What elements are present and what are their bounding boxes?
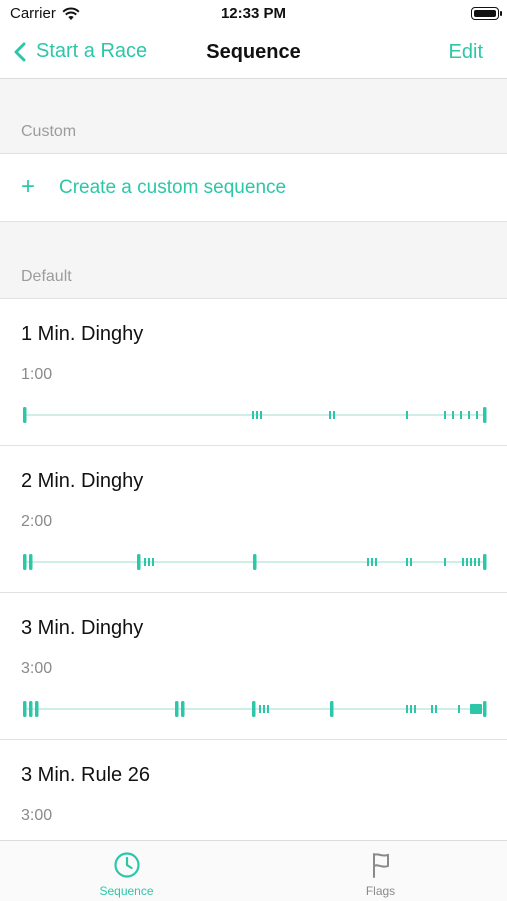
sequence-name: 3 Min. Dinghy [21,617,144,639]
edit-button[interactable]: Edit [449,41,483,64]
sequence-name: 1 Min. Dinghy [21,323,144,345]
tab-bar: Sequence Flags [0,840,507,901]
sequence-row-2min-dinghy[interactable]: 2 Min. Dinghy 2:00 [0,446,507,593]
tab-flags[interactable]: Flags [254,841,507,901]
create-custom-sequence-row[interactable]: + Create a custom sequence [0,154,507,222]
sequence-duration: 3:00 [21,807,53,824]
sequence-duration: 3:00 [21,660,53,677]
sequence-list[interactable]: Custom + Create a custom sequence Defaul… [0,79,507,840]
sequence-timeline [23,701,487,717]
sequence-duration: 1:00 [21,366,53,383]
flag-icon [372,853,389,878]
page-title: Sequence [206,41,301,63]
battery-icon [471,7,502,20]
status-time: 12:33 PM [220,5,287,22]
sequence-row-3min-dinghy[interactable]: 3 Min. Dinghy 3:00 [0,593,507,740]
tab-sequence[interactable]: Sequence [0,841,253,901]
sequence-duration: 2:00 [21,513,53,530]
sequence-name: 3 Min. Rule 26 [21,764,150,786]
navigation-bar: Start a Race Sequence Edit [0,28,507,79]
create-custom-sequence-label: Create a custom sequence [59,177,287,198]
clock-icon [113,852,140,878]
default-section-header: Default [0,222,507,299]
sequence-name: 2 Min. Dinghy [21,470,144,492]
sequence-row-3min-rule26[interactable]: 3 Min. Rule 26 3:00 [0,740,507,840]
status-bar: Carrier 12:33 PM [0,0,507,28]
custom-section-label: Custom [21,123,77,140]
tab-sequence-label: Sequence [99,884,154,898]
sequence-row-1min-dinghy[interactable]: 1 Min. Dinghy 1:00 [0,299,507,446]
default-section-label: Default [21,268,72,285]
sequence-timeline [23,554,487,570]
tab-flags-label: Flags [365,884,396,898]
sequence-timeline [23,407,487,423]
custom-section-header: Custom [0,79,507,154]
plus-icon: + [21,173,36,200]
